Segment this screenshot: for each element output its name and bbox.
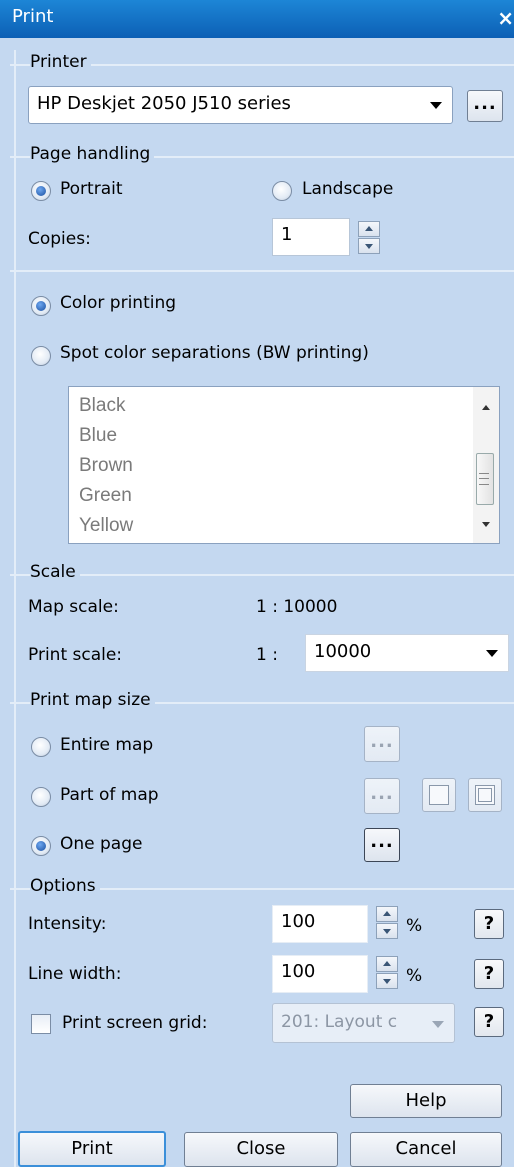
printer-select-value: HP Deskjet 2050 J510 series [37, 93, 291, 114]
intensity-help-button[interactable]: ? [474, 909, 504, 939]
help-icon: ? [483, 913, 495, 934]
copies-stepper[interactable] [358, 221, 380, 255]
spot-color-label[interactable]: Spot color separations (BW printing) [60, 343, 369, 363]
spin-down-icon[interactable] [376, 923, 398, 939]
entire-map-options-button[interactable]: ... [364, 726, 400, 762]
intensity-stepper[interactable] [376, 906, 398, 940]
help-button[interactable]: Help [350, 1084, 502, 1118]
chevron-down-icon [430, 102, 442, 109]
portrait-label[interactable]: Portrait [60, 179, 123, 199]
print-grid-label[interactable]: Print screen grid: [62, 1013, 207, 1033]
printer-select[interactable]: HP Deskjet 2050 J510 series [28, 86, 453, 124]
line-width-value: 100 [281, 961, 316, 982]
options-legend: Options [30, 876, 100, 896]
grid-select[interactable]: 201: Layout c [272, 1003, 455, 1043]
close-icon[interactable]: × [497, 6, 514, 30]
color-printing-radio[interactable] [31, 296, 51, 316]
entire-map-radio[interactable] [31, 737, 51, 757]
grid-select-value: 201: Layout c [281, 1012, 398, 1032]
color-group-line [10, 270, 514, 272]
list-item[interactable]: Blue [79, 425, 117, 447]
landscape-radio[interactable] [272, 181, 292, 201]
ellipsis-label: ... [370, 731, 394, 752]
printer-legend: Printer [30, 52, 91, 72]
cancel-button-label: Cancel [395, 1138, 457, 1159]
page-handling-legend: Page handling [30, 144, 155, 164]
list-item[interactable]: Green [79, 485, 132, 507]
list-scrollbar[interactable] [473, 387, 499, 543]
line-width-help-button[interactable]: ? [474, 959, 504, 989]
entire-map-label[interactable]: Entire map [60, 735, 153, 755]
page-margin-button[interactable] [468, 778, 502, 812]
print-scale-label: Print scale: [28, 645, 123, 665]
print-grid-checkbox[interactable] [31, 1014, 51, 1034]
copies-label: Copies: [28, 229, 91, 249]
line-width-stepper[interactable] [376, 956, 398, 990]
printer-properties-button[interactable]: ... [467, 90, 503, 122]
title-bar: Print × [0, 0, 514, 38]
spot-color-list[interactable]: Black Blue Brown Green Yellow [68, 386, 500, 544]
window-title: Print [12, 6, 54, 27]
line-width-label: Line width: [28, 964, 122, 984]
list-item[interactable]: Black [79, 395, 125, 417]
ellipsis-label: ... [370, 831, 394, 852]
intensity-percent: % [406, 916, 423, 936]
portrait-radio[interactable] [31, 181, 51, 201]
scroll-down-icon[interactable] [482, 522, 490, 527]
intensity-value: 100 [281, 911, 316, 932]
help-icon: ? [483, 963, 495, 984]
list-item[interactable]: Yellow [79, 515, 133, 537]
map-scale-label: Map scale: [28, 597, 119, 617]
landscape-label[interactable]: Landscape [302, 179, 393, 199]
print-button-label: Print [71, 1138, 113, 1159]
print-scale-prefix: 1 : [256, 645, 278, 665]
spin-up-icon[interactable] [376, 906, 398, 922]
copies-value: 1 [281, 224, 293, 245]
intensity-label: Intensity: [28, 914, 107, 934]
intensity-input[interactable]: 100 [272, 905, 368, 943]
chevron-down-icon [486, 650, 498, 657]
color-printing-label[interactable]: Color printing [60, 293, 176, 313]
panel-border [14, 50, 16, 1167]
close-button[interactable]: Close [184, 1132, 338, 1167]
one-page-radio[interactable] [31, 836, 51, 856]
square-inner-icon [478, 788, 492, 802]
spin-down-icon[interactable] [376, 973, 398, 989]
scale-group-line [10, 574, 514, 576]
ellipsis-label: ... [473, 93, 497, 114]
ellipsis-label: ... [370, 783, 394, 804]
list-item[interactable]: Brown [79, 455, 133, 477]
spot-color-radio[interactable] [31, 346, 51, 366]
copies-input[interactable]: 1 [272, 218, 350, 256]
part-of-map-label[interactable]: Part of map [60, 785, 159, 805]
spin-up-icon[interactable] [358, 221, 380, 237]
part-of-map-radio[interactable] [31, 787, 51, 807]
spin-down-icon[interactable] [358, 238, 380, 254]
line-width-percent: % [406, 966, 423, 986]
print-scale-value: 10000 [314, 641, 372, 662]
print-button[interactable]: Print [18, 1131, 166, 1167]
help-icon: ? [483, 1011, 495, 1032]
grip-icon [479, 473, 489, 485]
grid-help-button[interactable]: ? [474, 1007, 504, 1037]
help-button-label: Help [405, 1090, 447, 1111]
page-frame-button[interactable] [422, 778, 456, 812]
cancel-button[interactable]: Cancel [350, 1132, 502, 1167]
scroll-up-icon[interactable] [482, 405, 490, 410]
square-icon [429, 785, 449, 805]
print-scale-select[interactable]: 10000 [305, 634, 509, 672]
line-width-input[interactable]: 100 [272, 955, 368, 993]
spin-up-icon[interactable] [376, 956, 398, 972]
one-page-options-button[interactable]: ... [364, 828, 400, 862]
one-page-label[interactable]: One page [60, 834, 142, 854]
map-scale-value: 1 : 10000 [256, 597, 338, 617]
close-button-label: Close [236, 1138, 286, 1159]
scale-legend: Scale [30, 562, 80, 582]
part-of-map-options-button[interactable]: ... [364, 778, 400, 814]
map-size-legend: Print map size [30, 690, 155, 710]
chevron-down-icon [432, 1021, 444, 1028]
